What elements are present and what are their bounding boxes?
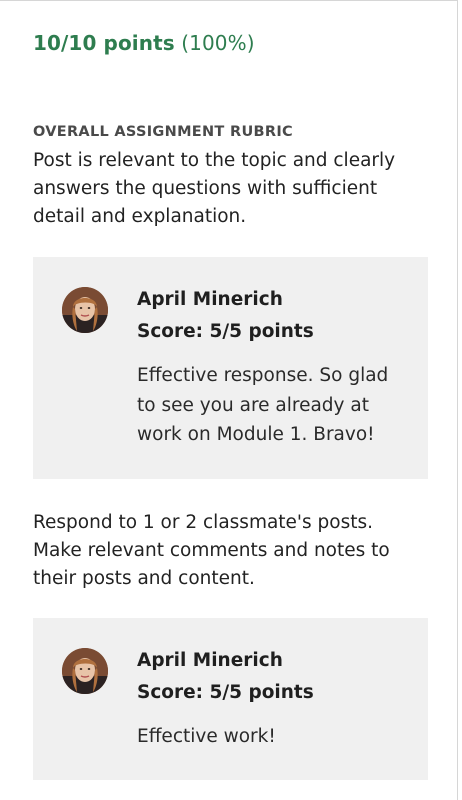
criterion-description: Respond to 1 or 2 classmate's posts. Mak…: [33, 512, 390, 589]
grader-name: April Minerich: [137, 650, 283, 671]
grader-comment: Effective response. So glad to see you a…: [137, 365, 389, 445]
feedback-card: April Minerich Score: 5/5 points Effecti…: [33, 618, 428, 780]
grader-name: April Minerich: [137, 289, 283, 310]
rubric-heading: OVERALL ASSIGNMENT RUBRIC: [33, 124, 293, 140]
feedback-card: April Minerich Score: 5/5 points Effecti…: [33, 257, 428, 479]
criterion-score: Score: 5/5 points: [137, 321, 314, 342]
grader-comment: Effective work!: [137, 726, 276, 747]
rubric-panel: 10/10 points (100%) OVERALL ASSIGNMENT R…: [0, 0, 458, 800]
avatar-photo-icon: [62, 287, 108, 333]
total-score: 10/10 points (100%): [33, 31, 255, 55]
avatar-photo-icon: [62, 648, 108, 694]
total-score-points: 10/10 points: [33, 31, 175, 55]
grader-avatar[interactable]: [62, 287, 108, 333]
criterion-score: Score: 5/5 points: [137, 682, 314, 703]
grader-avatar[interactable]: [62, 648, 108, 694]
criterion-description: Post is relevant to the topic and clearl…: [33, 150, 396, 227]
total-score-percent: (100%): [181, 31, 255, 55]
